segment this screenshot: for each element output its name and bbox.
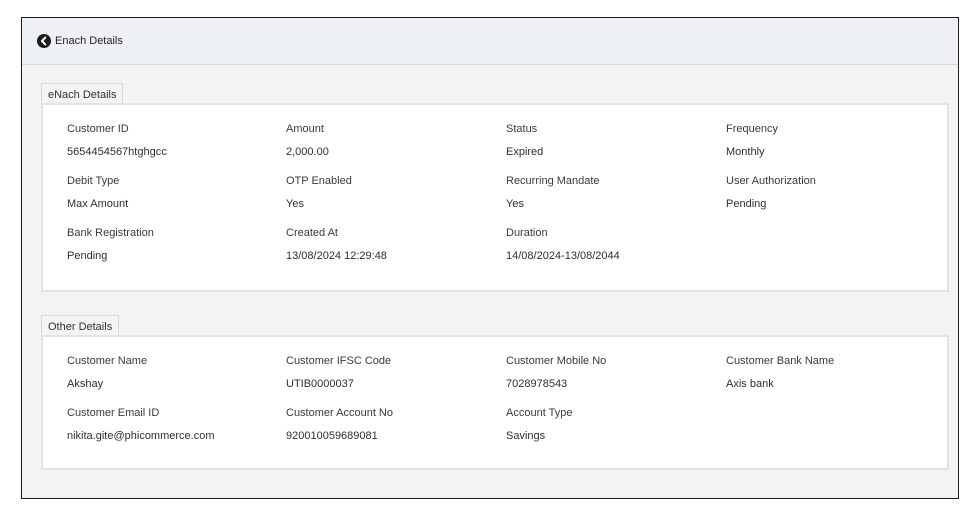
enach-field-label: Customer ID	[67, 123, 129, 135]
enach-field-value: Yes	[286, 198, 304, 210]
other-field-label: Customer Mobile No	[506, 355, 607, 367]
enach-field-value: Monthly	[726, 146, 765, 158]
enach-field-label: Recurring Mandate	[506, 175, 600, 187]
enach-field-label: Frequency	[726, 123, 778, 135]
enach-field-value: Max Amount	[67, 198, 129, 210]
enach-field-label: OTP Enabled	[286, 175, 352, 187]
other-field-value: 7028978543	[506, 378, 568, 390]
other-field-value: Akshay	[67, 378, 104, 390]
other-field-label: Customer IFSC Code	[286, 355, 392, 367]
enach-field-value: Expired	[506, 146, 544, 158]
enach-field-value: 2,000.00	[286, 146, 329, 158]
enach-field-label: Created At	[286, 227, 338, 239]
other-section-tab: Other Details	[41, 315, 120, 336]
page-body: eNach Details Customer ID 5654454567htghg…	[22, 65, 958, 498]
page-title: Enach Details	[55, 35, 123, 47]
other-field-value: Savings	[506, 430, 546, 442]
page-header: Enach Details	[22, 18, 958, 65]
enach-field-value: Pending	[67, 250, 108, 262]
other-details-panel: Customer Name Akshay Customer IFSC Code UTI…	[41, 335, 949, 470]
enach-details-panel: Customer ID 5654454567htghgcc Amount 2,000.…	[41, 103, 949, 292]
enach-details-window: Enach Details eNach Details Customer ID 5…	[21, 17, 959, 499]
enach-field-label: Amount	[286, 123, 324, 135]
enach-field-value: Pending	[726, 198, 767, 210]
other-field-label: Account Type	[506, 407, 573, 419]
other-field-label: Customer Bank Name	[726, 355, 835, 367]
other-field-value: 920010059689081	[286, 430, 378, 442]
other-field-value: Axis bank	[726, 378, 774, 390]
other-field-value: UTIB0000037	[286, 378, 354, 390]
enach-field-label: Bank Registration	[67, 227, 154, 239]
other-field-label: Customer Name	[67, 355, 148, 367]
other-field-value: nikita.gite@phicommerce.com	[67, 430, 215, 442]
enach-field-label: User Authorization	[726, 175, 816, 187]
enach-section-tab: eNach Details	[41, 83, 124, 104]
enach-field-value: 13/08/2024 12:29:48	[286, 250, 387, 262]
back-arrow-circle-icon[interactable]	[37, 34, 51, 48]
enach-field-value: 5654454567htghgcc	[67, 146, 167, 158]
enach-field-label: Debit Type	[67, 175, 120, 187]
other-field-label: Customer Account No	[286, 407, 393, 419]
enach-field-value: 14/08/2024-13/08/2044	[506, 250, 620, 262]
enach-field-value: Yes	[506, 198, 524, 210]
other-field-label: Customer Email ID	[67, 407, 160, 419]
enach-field-label: Duration	[506, 227, 548, 239]
enach-field-label: Status	[506, 123, 538, 135]
